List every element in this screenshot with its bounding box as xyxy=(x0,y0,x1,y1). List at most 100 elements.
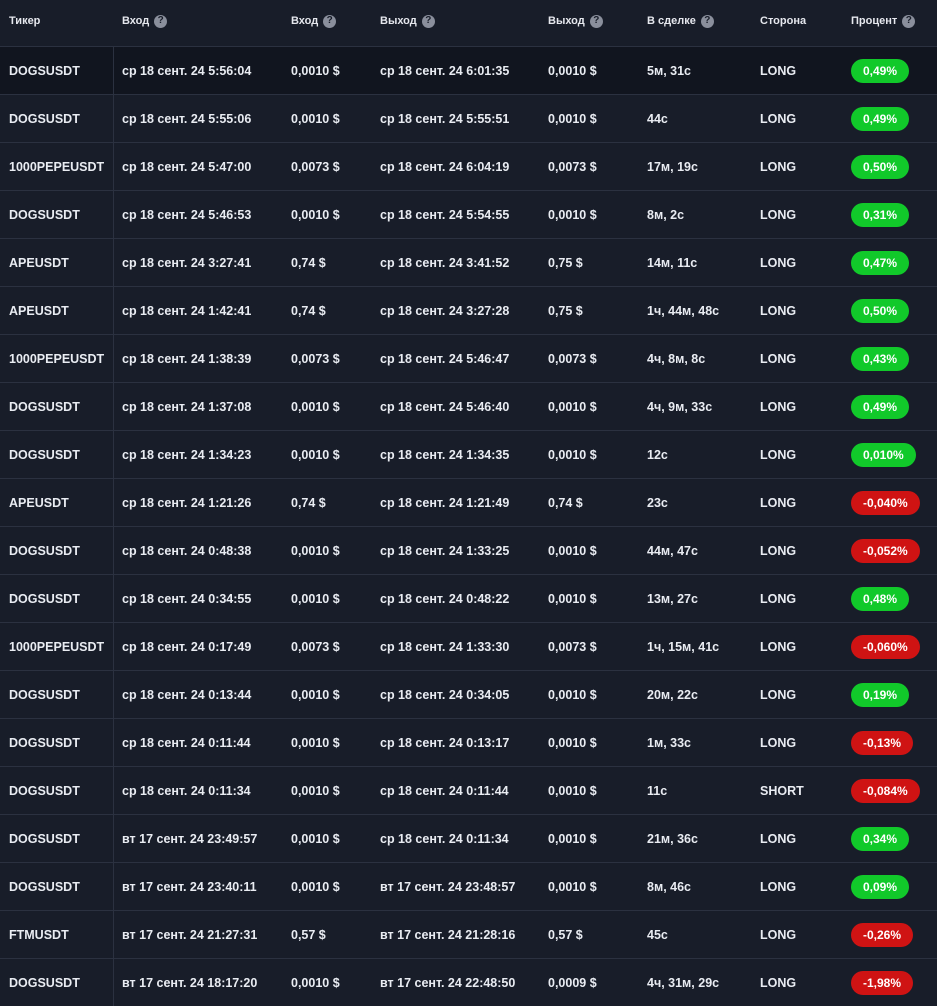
help-icon[interactable]: ? xyxy=(902,14,916,28)
table-row[interactable]: DOGSUSDT ср 18 сент. 24 5:46:53 0,0010 $ ср… xyxy=(0,191,937,239)
table-row[interactable]: DOGSUSDT ср 18 сент. 24 5:56:04 0,0010 $ ср… xyxy=(0,47,937,95)
row-ticker: 1000PEPEUSDT xyxy=(9,159,105,174)
row-side: LONG xyxy=(760,351,797,366)
header-side[interactable]: Сторона xyxy=(760,0,806,44)
row-entry-time: ср 18 сент. 24 5:46:53 xyxy=(122,207,252,222)
row-exit-price: 0,75 $ xyxy=(548,303,583,318)
header-side-label: Сторона xyxy=(760,15,807,27)
row-duration: 14м, 11с xyxy=(647,255,698,270)
row-entry-time: ср 18 сент. 24 1:34:23 xyxy=(122,447,252,462)
row-percent: 0,19% xyxy=(851,671,910,718)
table-row[interactable]: DOGSUSDT вт 17 сент. 24 23:40:11 0,0010 $ в… xyxy=(0,863,937,911)
row-ticker: DOGSUSDT xyxy=(9,783,80,798)
header-duration-label: В сделке xyxy=(647,15,696,27)
row-side: SHORT xyxy=(760,783,804,798)
row-exit-time: ср 18 сент. 24 1:33:30 xyxy=(380,639,510,654)
table-row[interactable]: DOGSUSDT ср 18 сент. 24 0:11:34 0,0010 $ ср… xyxy=(0,767,937,815)
row-exit-time: ср 18 сент. 24 0:48:22 xyxy=(380,591,510,606)
table-row[interactable]: APEUSDT ср 18 сент. 24 3:27:41 0,74 $ ср 18… xyxy=(0,239,937,287)
row-duration: 4ч, 9м, 33с xyxy=(647,399,713,414)
table-row[interactable]: 1000PEPEUSDT ср 18 сент. 24 5:47:00 0,0073… xyxy=(0,143,937,191)
row-ticker: DOGSUSDT xyxy=(9,591,80,606)
table-row[interactable]: DOGSUSDT вт 17 сент. 24 23:49:57 0,0010 $ с… xyxy=(0,815,937,863)
row-ticker: DOGSUSDT xyxy=(9,735,80,750)
row-exit-time: ср 18 сент. 24 5:46:40 xyxy=(380,399,510,414)
help-icon[interactable]: ? xyxy=(589,14,603,28)
help-icon[interactable]: ? xyxy=(154,14,168,28)
row-exit-time: вт 17 сент. 24 22:48:50 xyxy=(380,975,516,990)
header-percent[interactable]: Процент? xyxy=(851,0,916,44)
row-side: LONG xyxy=(760,735,797,750)
table-row[interactable]: DOGSUSDT ср 18 сент. 24 1:37:08 0,0010 $ ср… xyxy=(0,383,937,431)
header-entry-price[interactable]: Вход? xyxy=(291,0,337,44)
row-exit-time: ср 18 сент. 24 0:11:44 xyxy=(380,783,509,798)
row-side: LONG xyxy=(760,975,797,990)
percent-badge: 0,47% xyxy=(851,250,910,275)
table-header: Тикер Вход? Вход? Выход? Выход? В сделке… xyxy=(0,0,937,47)
row-duration: 1ч, 44м, 48с xyxy=(647,303,720,318)
row-exit-time: ср 18 сент. 24 6:04:19 xyxy=(380,159,510,174)
table-row[interactable]: DOGSUSDT ср 18 сент. 24 1:34:23 0,0010 $ ср… xyxy=(0,431,937,479)
row-exit-price: 0,0009 $ xyxy=(548,975,597,990)
row-exit-time: ср 18 сент. 24 1:34:35 xyxy=(380,447,510,462)
table-row[interactable]: DOGSUSDT ср 18 сент. 24 0:11:44 0,0010 $ ср… xyxy=(0,719,937,767)
table-row[interactable]: APEUSDT ср 18 сент. 24 1:21:26 0,74 $ ср 18… xyxy=(0,479,937,527)
help-icon[interactable]: ? xyxy=(323,14,337,28)
header-exit-price[interactable]: Выход? xyxy=(548,0,603,44)
header-exit-time[interactable]: Выход? xyxy=(380,0,435,44)
table-row[interactable]: DOGSUSDT ср 18 сент. 24 0:48:38 0,0010 $ ср… xyxy=(0,527,937,575)
row-percent: 0,43% xyxy=(851,335,910,382)
row-percent: -0,060% xyxy=(851,623,920,670)
table-row[interactable]: 1000PEPEUSDT ср 18 сент. 24 1:38:39 0,0073… xyxy=(0,335,937,383)
table-row[interactable]: 1000PEPEUSDT ср 18 сент. 24 0:17:49 0,0073… xyxy=(0,623,937,671)
row-entry-price: 0,0010 $ xyxy=(291,63,340,78)
row-duration: 1ч, 15м, 41с xyxy=(647,639,720,654)
row-exit-time: ср 18 сент. 24 5:55:51 xyxy=(380,111,510,126)
row-entry-time: ср 18 сент. 24 1:21:26 xyxy=(122,495,252,510)
row-entry-price: 0,0010 $ xyxy=(291,879,340,894)
table-row[interactable]: FTMUSDT вт 17 сент. 24 21:27:31 0,57 $ вт 1… xyxy=(0,911,937,959)
row-entry-price: 0,0010 $ xyxy=(291,447,340,462)
row-exit-price: 0,0010 $ xyxy=(548,399,597,414)
row-percent: -0,084% xyxy=(851,767,920,814)
row-entry-time: ср 18 сент. 24 0:13:44 xyxy=(122,687,252,702)
percent-badge: 0,50% xyxy=(851,298,910,323)
row-side: LONG xyxy=(760,879,797,894)
row-side: LONG xyxy=(760,399,797,414)
row-exit-price: 0,0010 $ xyxy=(548,831,597,846)
help-icon[interactable]: ? xyxy=(700,14,714,28)
row-side: LONG xyxy=(760,207,797,222)
row-side: LONG xyxy=(760,927,797,942)
row-ticker: DOGSUSDT xyxy=(9,207,80,222)
header-percent-label: Процент xyxy=(851,15,898,27)
header-entry-time[interactable]: Вход? xyxy=(122,0,168,44)
row-side: LONG xyxy=(760,303,797,318)
row-side: LONG xyxy=(760,543,797,558)
table-row[interactable]: DOGSUSDT ср 18 сент. 24 0:13:44 0,0010 $ ср… xyxy=(0,671,937,719)
row-entry-price: 0,74 $ xyxy=(291,495,326,510)
row-percent: 0,50% xyxy=(851,287,910,334)
header-duration[interactable]: В сделке? xyxy=(647,0,714,44)
row-exit-price: 0,0010 $ xyxy=(548,63,597,78)
column-divider xyxy=(113,47,114,1006)
row-ticker: 1000PEPEUSDT xyxy=(9,351,105,366)
row-percent: 0,50% xyxy=(851,143,910,190)
percent-badge: 0,19% xyxy=(851,682,910,707)
row-side: LONG xyxy=(760,63,797,78)
header-ticker[interactable]: Тикер xyxy=(9,0,40,44)
row-duration: 11с xyxy=(647,783,668,798)
table-row[interactable]: DOGSUSDT ср 18 сент. 24 5:55:06 0,0010 $ ср… xyxy=(0,95,937,143)
table-row[interactable]: DOGSUSDT ср 18 сент. 24 0:34:55 0,0010 $ ср… xyxy=(0,575,937,623)
row-exit-price: 0,0010 $ xyxy=(548,591,597,606)
help-icon[interactable]: ? xyxy=(421,14,435,28)
row-exit-time: ср 18 сент. 24 5:46:47 xyxy=(380,351,510,366)
row-entry-time: ср 18 сент. 24 0:11:44 xyxy=(122,735,251,750)
table-row[interactable]: DOGSUSDT вт 17 сент. 24 18:17:20 0,0010 $ в… xyxy=(0,959,937,1006)
percent-badge: 0,48% xyxy=(851,586,910,611)
row-duration: 44с xyxy=(647,111,668,126)
row-percent: 0,49% xyxy=(851,383,910,430)
row-entry-price: 0,0073 $ xyxy=(291,351,340,366)
row-entry-price: 0,57 $ xyxy=(291,927,326,942)
row-entry-time: ср 18 сент. 24 1:38:39 xyxy=(122,351,252,366)
table-row[interactable]: APEUSDT ср 18 сент. 24 1:42:41 0,74 $ ср 18… xyxy=(0,287,937,335)
